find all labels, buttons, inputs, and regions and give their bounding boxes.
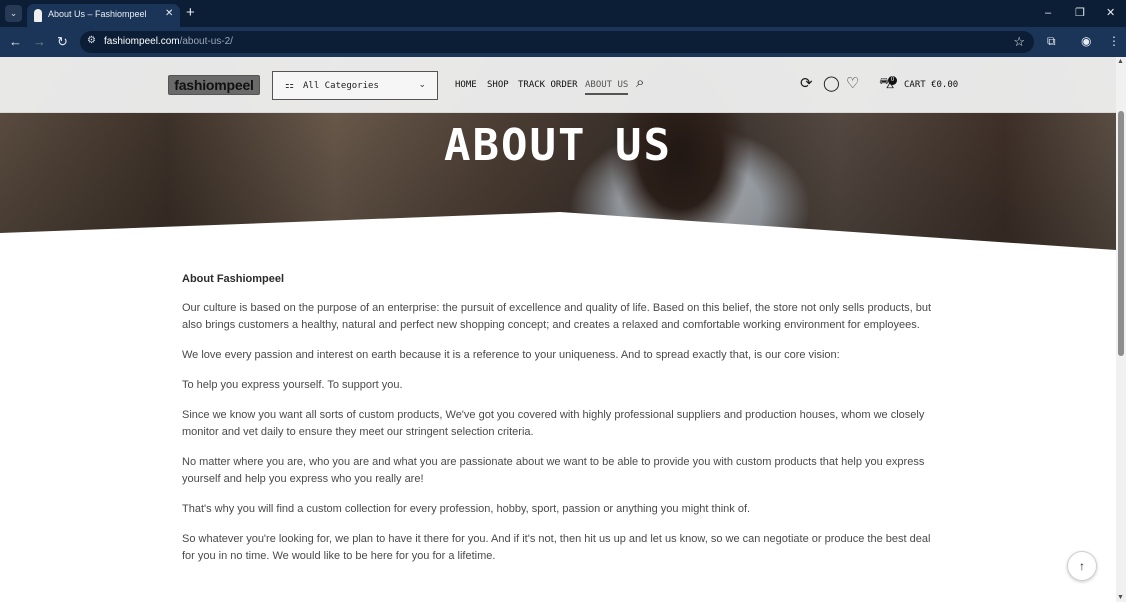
- about-heading: About Fashiompeel: [182, 273, 285, 285]
- nav-track-order[interactable]: TRACK ORDER: [518, 80, 578, 90]
- minimize-icon[interactable]: –: [1045, 6, 1051, 20]
- restore-icon[interactable]: ❐: [1075, 6, 1085, 20]
- arrow-up-icon: ↑: [1079, 559, 1085, 573]
- tab-search-button[interactable]: ⌄: [5, 5, 22, 22]
- favicon-icon: [34, 9, 42, 22]
- new-tab-button[interactable]: +: [186, 4, 195, 21]
- paragraph-lifetime: So whatever you're looking for, we plan …: [182, 533, 931, 562]
- cart-count-badge: 0: [888, 76, 897, 85]
- close-window-icon[interactable]: ✕: [1106, 6, 1115, 20]
- url-host: fashiompeel.com: [104, 36, 180, 47]
- forward-icon[interactable]: →: [33, 34, 46, 49]
- paragraph-vision: To help you express yourself. To support…: [182, 379, 403, 391]
- hero-title: ABOUT US: [444, 120, 672, 171]
- extensions-icon[interactable]: ⧉: [1047, 34, 1056, 49]
- about-content: About Fashiompeel Our culture is based o…: [182, 273, 942, 578]
- paragraph-passion: We love every passion and interest on ea…: [182, 349, 840, 361]
- paragraph-express: No matter where you are, who you are and…: [182, 456, 925, 485]
- page-viewport: ABOUT US fashiompeel ⚏ All Categories ⌄ …: [0, 57, 1116, 602]
- browser-tab-active[interactable]: About Us – Fashiompeel ✕: [27, 4, 180, 27]
- bookmark-star-icon[interactable]: ☆: [1013, 34, 1025, 50]
- wishlist-icon[interactable]: ♡: [846, 75, 859, 93]
- scroll-down-icon[interactable]: ▼: [1117, 594, 1124, 601]
- reload-icon[interactable]: ↻: [57, 34, 68, 49]
- category-label: All Categories: [303, 81, 379, 91]
- scroll-up-icon[interactable]: ▲: [1117, 58, 1124, 65]
- nav-shop[interactable]: SHOP: [487, 80, 509, 90]
- site-header: fashiompeel ⚏ All Categories ⌄ HOME SHOP…: [0, 57, 1116, 113]
- logo-text: fashiompeel: [174, 77, 254, 93]
- browser-tab-bar: ⌄ About Us – Fashiompeel ✕ + – ❐ ✕: [0, 0, 1126, 27]
- nav-home[interactable]: HOME: [455, 80, 477, 90]
- account-icon[interactable]: ◯: [823, 75, 840, 93]
- browser-toolbar: ← → ↻ ⚙ fashiompeel.com/about-us-2/ ☆ ⧉ …: [0, 27, 1126, 57]
- profile-icon[interactable]: ◉: [1081, 34, 1091, 49]
- site-info-icon[interactable]: ⚙: [87, 35, 96, 46]
- site-logo[interactable]: fashiompeel: [168, 75, 260, 95]
- scrollbar-thumb[interactable]: [1118, 111, 1124, 356]
- back-to-top-button[interactable]: ↑: [1067, 551, 1097, 581]
- tab-close-icon[interactable]: ✕: [165, 8, 173, 19]
- search-icon[interactable]: ⌕: [636, 74, 644, 92]
- nav-about-us[interactable]: ABOUT US: [585, 80, 629, 95]
- paragraph-culture: Our culture is based on the purpose of a…: [182, 302, 932, 331]
- paragraph-collection: That's why you will find a custom collec…: [182, 503, 751, 515]
- url-text[interactable]: fashiompeel.com/about-us-2/: [104, 36, 233, 47]
- address-bar[interactable]: ⚙ fashiompeel.com/about-us-2/ ☆: [80, 31, 1034, 53]
- cart-total-link[interactable]: CART €0.00: [904, 80, 958, 90]
- category-grid-icon: ⚏: [285, 80, 294, 91]
- chevron-down-icon: ⌄: [9, 8, 18, 18]
- url-path: /about-us-2/: [179, 36, 233, 47]
- browser-menu-icon[interactable]: ⋮: [1108, 34, 1120, 49]
- sync-icon[interactable]: ⟳: [800, 75, 813, 93]
- paragraph-suppliers: Since we know you want all sorts of cust…: [182, 409, 925, 438]
- back-icon[interactable]: ←: [9, 34, 22, 49]
- tab-title: About Us – Fashiompeel: [48, 9, 147, 19]
- page-scrollbar[interactable]: ▲ ▼: [1116, 57, 1126, 602]
- chevron-down-icon: ⌄: [418, 79, 426, 89]
- category-select[interactable]: ⚏ All Categories ⌄: [272, 71, 438, 100]
